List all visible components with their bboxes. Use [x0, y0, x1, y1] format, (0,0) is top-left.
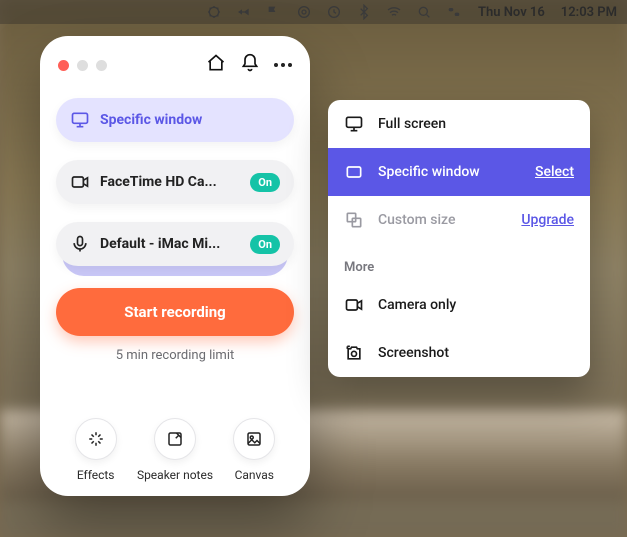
camera-icon	[344, 295, 364, 315]
monitor-icon	[70, 110, 90, 130]
bluetooth-icon[interactable]	[356, 4, 372, 20]
custom-size-icon	[344, 210, 364, 230]
home-icon[interactable]	[206, 53, 226, 77]
menu-screenshot-label: Screenshot	[378, 345, 449, 361]
menu-item-specific-window[interactable]: Specific window Select	[328, 148, 590, 196]
minimize-dot[interactable]	[77, 60, 88, 71]
flag-icon[interactable]	[266, 4, 282, 20]
menu-item-screenshot[interactable]: Screenshot	[328, 329, 590, 377]
screen-source-menu: Full screen Specific window Select Custo…	[328, 100, 590, 377]
menubar-time[interactable]: 12:03 PM	[561, 5, 617, 20]
select-action[interactable]: Select	[535, 164, 574, 180]
upgrade-action[interactable]: Upgrade	[521, 212, 574, 228]
menu-item-full-screen[interactable]: Full screen	[328, 100, 590, 148]
menu-custom-size-label: Custom size	[378, 212, 455, 228]
canvas-icon	[233, 418, 275, 460]
bell-icon[interactable]	[240, 53, 260, 77]
spinner-icon[interactable]	[206, 4, 222, 20]
start-recording-label: Start recording	[124, 303, 225, 321]
mic-on-badge: On	[250, 235, 280, 254]
screen-source-chip[interactable]: Specific window	[56, 98, 294, 142]
camera-source-chip[interactable]: FaceTime HD Ca... On	[56, 160, 294, 204]
menu-item-custom-size[interactable]: Custom size Upgrade	[328, 196, 590, 244]
mic-source-label: Default - iMac Mi...	[100, 236, 240, 252]
menu-specific-window-label: Specific window	[378, 164, 480, 180]
start-recording-button[interactable]: Start recording	[56, 288, 294, 336]
notes-icon	[154, 418, 196, 460]
speaker-notes-tool[interactable]: Speaker notes	[136, 418, 214, 482]
mic-source-chip[interactable]: Default - iMac Mi... On	[56, 222, 294, 266]
effects-icon	[75, 418, 117, 460]
recording-limit-text: 5 min recording limit	[56, 348, 294, 363]
wifi-icon[interactable]	[386, 4, 402, 20]
menu-item-camera-only[interactable]: Camera only	[328, 281, 590, 329]
close-dot[interactable]	[58, 60, 69, 71]
microphone-icon	[70, 234, 90, 254]
more-icon[interactable]	[274, 63, 292, 67]
canvas-label: Canvas	[235, 468, 274, 482]
canvas-tool[interactable]: Canvas	[215, 418, 293, 482]
menubar-date[interactable]: Thu Nov 16	[478, 5, 545, 20]
screenshot-icon	[344, 343, 364, 363]
recorder-panel: Specific window FaceTime HD Ca... On Def…	[40, 36, 310, 496]
camera-on-badge: On	[250, 173, 280, 192]
zoom-dot[interactable]	[96, 60, 107, 71]
macos-menubar: Thu Nov 16 12:03 PM	[0, 0, 627, 24]
camera-source-label: FaceTime HD Ca...	[100, 174, 240, 190]
effects-tool[interactable]: Effects	[57, 418, 135, 482]
speaker-notes-label: Speaker notes	[137, 468, 213, 482]
menu-camera-only-label: Camera only	[378, 297, 456, 313]
menu-more-header: More	[328, 244, 590, 281]
window-icon	[344, 162, 364, 182]
clock-icon[interactable]	[326, 4, 342, 20]
search-icon[interactable]	[416, 4, 432, 20]
window-traffic-lights[interactable]	[58, 60, 107, 71]
effects-label: Effects	[77, 468, 115, 482]
monitor-icon	[344, 114, 364, 134]
camera-icon	[70, 172, 90, 192]
menu-full-screen-label: Full screen	[378, 116, 446, 132]
control-center-icon[interactable]	[446, 4, 462, 20]
circle-icon[interactable]	[296, 4, 312, 20]
screen-source-label: Specific window	[100, 112, 280, 128]
arrows-icon[interactable]	[236, 4, 252, 20]
